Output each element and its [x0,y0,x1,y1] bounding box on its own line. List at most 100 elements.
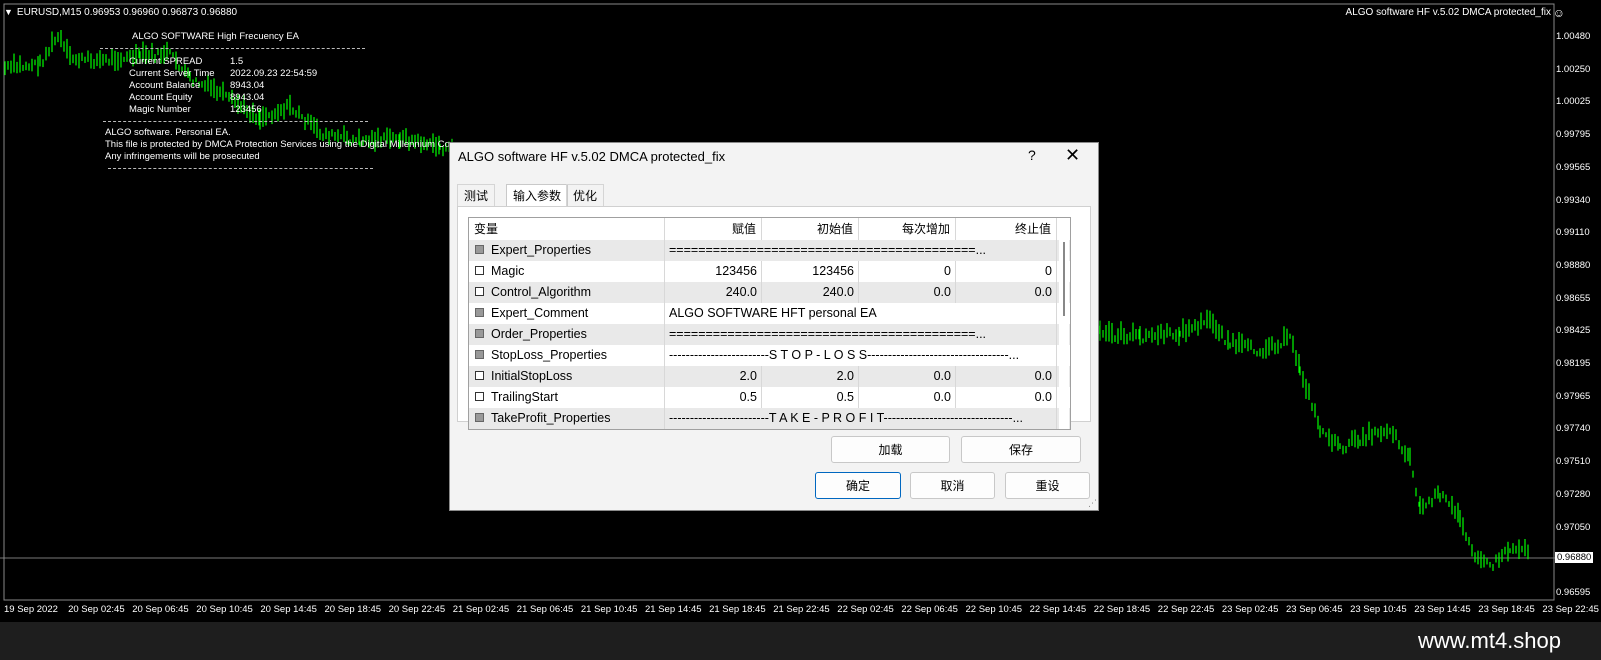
col-header-value[interactable]: 赋值 [665,218,762,240]
param-name-cell: InitialStopLoss [469,366,665,387]
time-tick-label: 22 Sep 18:45 [1093,604,1151,615]
overlay-notice: Any infringements will be prosecuted [105,151,260,162]
param-stop-cell[interactable]: 0 [956,261,1057,282]
time-tick-label: 21 Sep 02:45 [452,604,510,615]
optimize-checkbox[interactable] [475,413,484,422]
overlay-divider [108,168,373,169]
param-value-cell[interactable]: ========================================… [665,324,1057,345]
price-tick-label: 0.98655 [1556,292,1591,304]
time-tick-label: 22 Sep 14:45 [1029,604,1087,615]
param-value-cell[interactable]: ========================================… [665,240,1057,261]
time-tick-label: 22 Sep 22:45 [1157,604,1215,615]
param-stop-cell[interactable]: 0.0 [956,366,1057,387]
overlay-notice: ALGO software. Personal EA. [105,127,231,138]
optimize-checkbox[interactable] [475,350,484,359]
param-name-cell: Expert_Comment [469,303,665,324]
dropdown-triangle-icon[interactable]: ▼ [4,7,13,17]
param-value-cell[interactable]: 240.0 [665,282,762,303]
overlay-row-value: 2022.09.23 22:54:59 [230,68,318,79]
param-row[interactable]: InitialStopLoss 2.0 2.0 0.0 0.0 [469,366,1070,387]
vertical-scrollbar[interactable] [1059,240,1069,429]
time-tick-label: 20 Sep 02:45 [68,604,125,615]
overlay-row-value: 1.5 [230,56,244,67]
param-row[interactable]: Expert_Properties =======================… [469,240,1070,261]
time-tick-label: 23 Sep 10:45 [1350,604,1407,615]
ok-button[interactable]: 确定 [815,472,901,499]
col-header-variable[interactable]: 变量 [469,218,665,240]
param-row[interactable]: StopLoss_Properties ---------------------… [469,345,1070,366]
help-button[interactable]: ? [1028,147,1036,163]
param-row[interactable]: TakeProfit_Properties -------------------… [469,408,1070,429]
param-stop-cell[interactable]: 0.0 [956,282,1057,303]
param-step-cell[interactable]: 0.0 [859,387,956,408]
time-tick-label: 22 Sep 02:45 [837,604,894,615]
price-tick-label: 0.98195 [1556,358,1591,369]
param-name: Expert_Comment [491,306,589,320]
price-tick-label: 1.00025 [1556,96,1591,108]
save-button[interactable]: 保存 [961,436,1081,463]
param-step-cell[interactable]: 0.0 [859,282,956,303]
ea-properties-dialog[interactable]: ALGO software HF v.5.02 DMCA protected_f… [449,142,1099,511]
param-name-cell: TakeProfit_Properties [469,408,665,429]
param-name: Order_Properties [491,327,587,341]
time-tick-label: 23 Sep 02:45 [1221,604,1279,615]
price-tick-label: 0.97510 [1556,456,1591,468]
param-row[interactable]: Magic 123456 123456 0 0 [469,261,1070,282]
param-value-cell[interactable]: ALGO SOFTWARE HFT personal EA [665,303,1057,324]
param-name: Magic [491,264,525,278]
param-name-cell: Order_Properties [469,324,665,345]
current-price-label: 0.96880 [1555,552,1594,563]
optimize-checkbox[interactable] [475,308,484,317]
col-header-stop[interactable]: 终止值 [956,218,1057,240]
param-step-cell[interactable]: 0 [859,261,956,282]
col-header-step[interactable]: 每次增加 [859,218,956,240]
param-value-cell[interactable]: ------------------------S T O P - L O S … [665,345,1057,366]
smiley-icon: ☺ [1552,6,1565,20]
col-header-start[interactable]: 初始值 [762,218,859,240]
cancel-button[interactable]: 取消 [910,472,995,499]
time-tick-label: 21 Sep 18:45 [709,604,766,615]
scrollbar-thumb[interactable] [1063,242,1065,316]
param-start-cell[interactable]: 123456 [762,261,859,282]
time-tick-label: 21 Sep 22:45 [773,604,830,615]
price-tick-label: 0.99565 [1556,161,1591,173]
param-value-cell[interactable]: 123456 [665,261,762,282]
tab-optimization[interactable]: 优化 [566,184,605,207]
time-tick-label: 23 Sep 18:45 [1478,604,1535,615]
time-tick-label: 23 Sep 06:45 [1286,604,1343,615]
param-start-cell[interactable]: 0.5 [762,387,859,408]
optimize-checkbox[interactable] [475,245,484,254]
resize-grip-icon[interactable]: ⋰ [1088,498,1097,509]
optimize-checkbox[interactable] [475,287,484,296]
param-row[interactable]: Order_Properties ========================… [469,324,1070,345]
time-tick-label: 21 Sep 06:45 [516,604,574,615]
reset-button[interactable]: 重设 [1005,472,1090,499]
param-table[interactable]: 变量 赋值 初始值 每次增加 终止值 Expert_Properties ====… [468,217,1071,430]
tab-testing[interactable]: 测试 [457,184,496,207]
param-value-cell[interactable]: ------------------------T A K E - P R O … [665,408,1057,429]
param-start-cell[interactable]: 240.0 [762,282,859,303]
param-row[interactable]: TrailingStart 0.5 0.5 0.0 0.0 [469,387,1070,408]
overlay-row-label: Account Balance [129,80,201,91]
close-button[interactable]: ✕ [1065,145,1080,166]
optimize-checkbox[interactable] [475,392,484,401]
param-value-cell[interactable]: 2.0 [665,366,762,387]
optimize-checkbox[interactable] [475,329,484,338]
overlay-notice: This file is protected by DMCA Protectio… [105,139,460,150]
overlay-title: ALGO SOFTWARE High Frecuency EA [132,31,299,42]
param-row[interactable]: Expert_Comment ALGO SOFTWARE HFT personal… [469,303,1070,324]
attached-ea-label[interactable]: ALGO software HF v.5.02 DMCA protected_f… [1346,7,1551,18]
param-step-cell[interactable]: 0.0 [859,366,956,387]
optimize-checkbox[interactable] [475,371,484,380]
overlay-row-label: Account Equity [129,92,193,103]
param-row[interactable]: Control_Algorithm 240.0 240.0 0.0 0.0 [469,282,1070,303]
optimize-checkbox[interactable] [475,266,484,275]
param-start-cell[interactable]: 2.0 [762,366,859,387]
param-stop-cell[interactable]: 0.0 [956,387,1057,408]
load-button[interactable]: 加载 [831,436,950,463]
param-name-cell: Magic [469,261,665,282]
param-name-cell: Expert_Properties [469,240,665,261]
price-tick-label: 0.98425 [1556,325,1591,337]
param-value-cell[interactable]: 0.5 [665,387,762,408]
tab-input-params[interactable]: 输入参数 [506,184,569,207]
